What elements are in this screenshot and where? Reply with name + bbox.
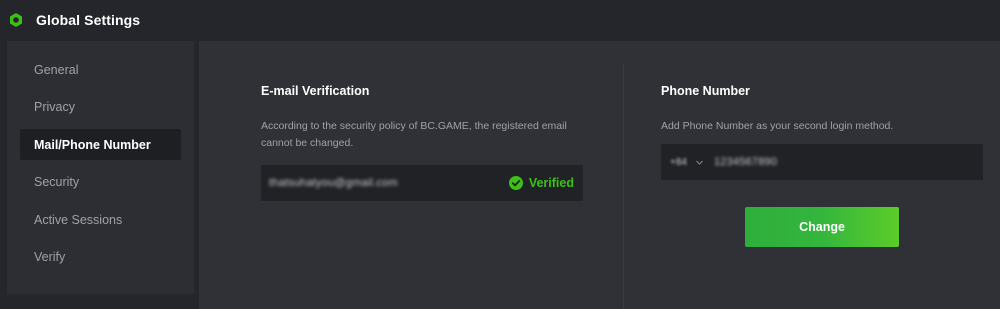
- sidebar-item-active-sessions[interactable]: Active Sessions: [20, 204, 181, 235]
- page-title: Global Settings: [36, 12, 141, 28]
- settings-content: E-mail Verification According to the sec…: [199, 41, 1000, 309]
- sidebar-item-general[interactable]: General: [20, 54, 181, 85]
- phone-section-description: Add Phone Number as your second login me…: [661, 120, 894, 132]
- change-button[interactable]: Change: [745, 207, 899, 247]
- sidebar-item-mail-phone-number[interactable]: Mail/Phone Number: [20, 129, 181, 160]
- check-circle-icon: [508, 176, 523, 190]
- bcgame-logo-icon: [8, 12, 24, 28]
- phone-field[interactable]: +84 1234567890: [661, 144, 983, 180]
- sidebar-item-security[interactable]: Security: [20, 167, 181, 198]
- email-value: thatsuhatyou@gmail.com: [269, 177, 398, 189]
- verified-badge: Verified: [508, 165, 574, 201]
- email-field: thatsuhatyou@gmail.com Verified: [261, 165, 583, 201]
- section-divider: [623, 63, 624, 309]
- sidebar-item-verify[interactable]: Verify: [20, 242, 181, 273]
- email-section-title: E-mail Verification: [261, 84, 370, 98]
- verified-label: Verified: [528, 176, 574, 190]
- header: Global Settings: [0, 0, 1000, 40]
- phone-number-value[interactable]: 1234567890: [714, 156, 777, 168]
- chevron-down-icon[interactable]: [695, 158, 704, 167]
- settings-sidebar: General Privacy Mail/Phone Number Securi…: [7, 41, 194, 294]
- sidebar-item-privacy[interactable]: Privacy: [20, 92, 181, 123]
- country-code-select[interactable]: +84: [670, 157, 687, 168]
- phone-section-title: Phone Number: [661, 84, 750, 98]
- email-section-description: According to the security policy of BC.G…: [261, 120, 567, 149]
- settings-window: Global Settings General Privacy Mail/Pho…: [0, 0, 1000, 309]
